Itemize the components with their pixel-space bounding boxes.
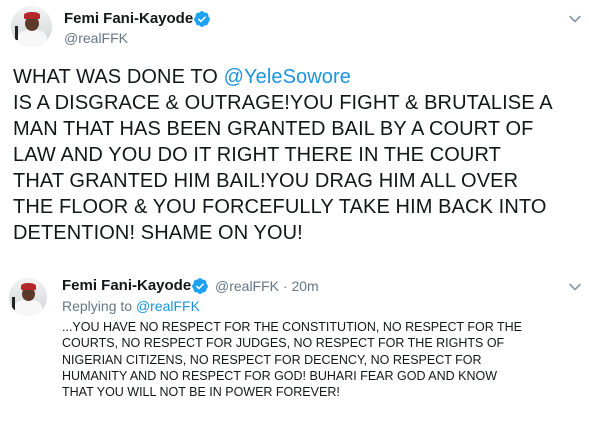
tweet-text-line: LAW AND YOU DO IT RIGHT THERE IN THE COU… bbox=[13, 144, 501, 166]
reply-timestamp[interactable]: 20m bbox=[291, 278, 318, 294]
mention-link[interactable]: @YeleSowore bbox=[224, 66, 351, 88]
tweet-text-line: MAN THAT HAS BEEN GRANTED BAIL BY A COUR… bbox=[13, 118, 534, 140]
author-handle[interactable]: @realFFK bbox=[64, 30, 128, 46]
chevron-down-icon[interactable] bbox=[568, 12, 582, 26]
tweet-text-line: WHAT WAS DONE TO @YeleSowore bbox=[13, 64, 583, 90]
tweet-text-line: IS A DISGRACE & OUTRAGE!YOU FIGHT & BRUT… bbox=[13, 92, 553, 114]
tweet-text-segment: WHAT WAS DONE TO bbox=[13, 66, 224, 88]
avatar-body bbox=[17, 30, 47, 47]
replying-to: Replying to @realFFK bbox=[62, 298, 200, 314]
reply-text-line: ...YOU HAVE NO RESPECT FOR THE CONSTITUT… bbox=[62, 320, 523, 334]
avatar-microphone bbox=[15, 26, 18, 40]
meta-separator: · bbox=[282, 278, 288, 294]
avatar-cap bbox=[21, 283, 36, 290]
verified-badge-icon bbox=[194, 11, 210, 27]
reply-author-avatar[interactable] bbox=[9, 278, 47, 316]
reply-tweet-text: ...YOU HAVE NO RESPECT FOR THE CONSTITUT… bbox=[62, 319, 582, 400]
avatar-body bbox=[14, 300, 42, 316]
reply-text-line: NIGERIAN CITIZENS, NO RESPECT FOR DECENC… bbox=[62, 352, 482, 367]
tweet-text-line: THAT GRANTED HIM BAIL!YOU DRAG HIM ALL O… bbox=[13, 170, 519, 192]
tweet-text: WHAT WAS DONE TO @YeleSowore IS A DISGRA… bbox=[13, 64, 583, 246]
tweet-text-line: THE FLOOR & YOU FORCEFULLY TAKE HIM BACK… bbox=[13, 196, 547, 218]
avatar-microphone bbox=[12, 297, 15, 310]
replying-to-handle-link[interactable]: @realFFK bbox=[136, 298, 200, 314]
verified-badge-icon bbox=[192, 278, 208, 294]
replying-to-label: Replying to bbox=[62, 298, 136, 314]
author-name[interactable]: Femi Fani-Kayode bbox=[64, 10, 193, 27]
chevron-down-icon[interactable] bbox=[568, 280, 582, 294]
reply-text-line: HUMANITY AND NO RESPECT FOR GOD! BUHARI … bbox=[62, 368, 498, 383]
avatar-cap bbox=[24, 12, 40, 19]
author-avatar[interactable] bbox=[11, 6, 52, 47]
reply-text-line: COURTS, NO RESPECT FOR JUDGES, NO RESPEC… bbox=[62, 336, 505, 351]
reply-author-name[interactable]: Femi Fani-Kayode bbox=[62, 277, 191, 294]
reply-author-handle[interactable]: @realFFK · 20m bbox=[215, 278, 319, 294]
reply-text-line: THAT YOU WILL NOT BE IN POWER FOREVER! bbox=[62, 385, 340, 400]
tweet-text-line: DETENTION! SHAME ON YOU! bbox=[13, 222, 303, 244]
reply-handle-text: @realFFK bbox=[215, 278, 279, 294]
